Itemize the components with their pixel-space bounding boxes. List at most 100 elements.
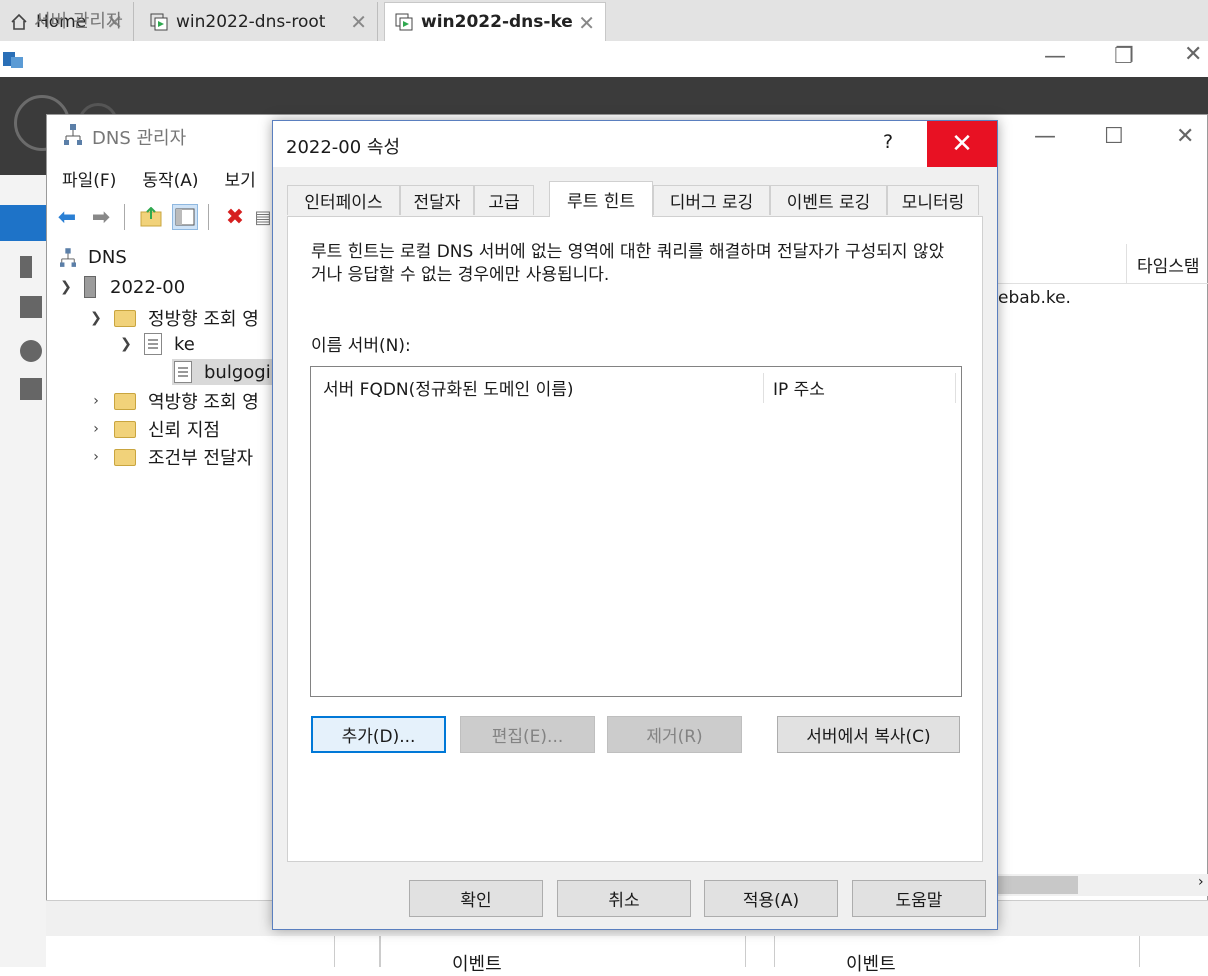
chevron-right-icon[interactable]: › — [88, 393, 104, 409]
record-row[interactable]: ebab.ke. — [998, 288, 1071, 308]
menu-file[interactable]: 파일(F) — [62, 166, 116, 191]
column-header-timestamp[interactable]: 타임스탬 — [1126, 244, 1208, 284]
chevron-down-icon[interactable]: ❯ — [58, 279, 74, 295]
column-divider[interactable] — [763, 373, 764, 403]
sidebar-item-dashboard[interactable] — [0, 205, 46, 241]
dns-icon — [64, 124, 82, 146]
close-icon[interactable]: ✕ — [350, 10, 367, 34]
list-header: 서버 FQDN(정규화된 도메인 이름) IP 주소 — [311, 367, 961, 407]
name-servers-label: 이름 서버(N): — [311, 336, 411, 356]
back-icon[interactable]: ⬅ — [54, 204, 80, 230]
servers-icon[interactable] — [20, 296, 42, 318]
show-hide-console-tree-icon[interactable] — [172, 204, 198, 230]
minimize-icon[interactable]: — — [1034, 124, 1056, 149]
tree-label: 역방향 조회 영 — [148, 392, 259, 413]
tree-label: bulgogi — [204, 361, 271, 383]
server-manager-titlebar — [0, 41, 1208, 77]
column-divider[interactable] — [955, 373, 956, 403]
server-properties-dialog: 2022-00 속성 ? ✕ 인터페이스 전달자 고급 루트 힌트 디버그 로깅… — [272, 120, 998, 930]
dns-icon — [60, 247, 76, 268]
vm-icon — [395, 13, 413, 31]
name-servers-list[interactable]: 서버 FQDN(정규화된 도메인 이름) IP 주소 — [310, 366, 962, 697]
tree-label: ke — [174, 333, 195, 355]
tree-item-conditional-forwarders[interactable]: › 조건부 전달자 — [88, 444, 253, 470]
properties-icon[interactable]: ▤ — [254, 204, 272, 230]
info-icon[interactable] — [20, 256, 32, 278]
tab-debug-logging[interactable]: 디버그 로깅 — [653, 185, 770, 215]
tab-advanced[interactable]: 고급 — [474, 185, 534, 215]
tab-label: win2022-dns-root — [176, 11, 326, 32]
apply-button[interactable]: 적용(A) — [704, 880, 838, 917]
events-tile[interactable] — [774, 936, 1140, 967]
server-manager-title: 서버 관리자 — [34, 11, 123, 32]
remove-button[interactable]: 제거(R) — [607, 716, 742, 753]
maximize-icon[interactable]: ☐ — [1104, 124, 1124, 149]
close-icon[interactable]: ✕ — [578, 11, 595, 35]
tree-item-forward-zones[interactable]: ❯ 정방향 조회 영 — [88, 305, 259, 331]
tile-title: 이벤트 — [846, 954, 896, 975]
home-icon — [10, 13, 28, 31]
server-icon — [84, 276, 96, 298]
scrollbar-thumb[interactable] — [998, 876, 1078, 894]
tree-item-trust-points[interactable]: › 신뢰 지점 — [88, 416, 220, 442]
help-footer-button[interactable]: 도움말 — [852, 880, 986, 917]
delete-icon[interactable]: ✖ — [222, 204, 248, 230]
tab-root-hints[interactable]: 루트 힌트 — [549, 181, 653, 217]
column-header-ip[interactable]: IP 주소 — [773, 375, 825, 400]
edit-button[interactable]: 편집(E)... — [460, 716, 595, 753]
tree-item-server[interactable]: ❯ 2022-00 — [58, 276, 185, 298]
restore-icon[interactable]: ❐ — [1114, 44, 1134, 69]
close-icon[interactable]: ✕ — [1176, 124, 1194, 149]
tree-item-zone-ke[interactable]: ❯ ke — [118, 333, 195, 355]
events-tile[interactable] — [380, 936, 746, 967]
tab-forwarders[interactable]: 전달자 — [400, 185, 474, 215]
close-icon[interactable]: ✕ — [1184, 42, 1202, 67]
tab-label: win2022-dns-ke — [421, 12, 573, 32]
tree-label: 정방향 조회 영 — [148, 309, 259, 330]
cancel-button[interactable]: 취소 — [557, 880, 691, 917]
chevron-right-icon[interactable]: › — [88, 421, 104, 437]
tab-win2022-dns-root[interactable]: win2022-dns-root ✕ — [140, 2, 378, 41]
tree-item-zone-bulgogi[interactable]: bulgogi — [172, 359, 277, 385]
forward-icon[interactable]: ➡ — [88, 204, 114, 230]
help-button[interactable]: ? — [883, 131, 893, 153]
vm-icon — [150, 13, 168, 31]
tree-item-dns[interactable]: DNS — [60, 247, 127, 268]
tree-item-reverse-zones[interactable]: › 역방향 조회 영 — [88, 388, 259, 414]
dialog-title: 2022-00 속성 — [286, 137, 401, 158]
copy-from-server-button[interactable]: 서버에서 복사(C) — [777, 716, 960, 753]
tab-win2022-dns-ke[interactable]: win2022-dns-ke ✕ — [384, 2, 606, 41]
file-services-icon[interactable] — [20, 378, 42, 400]
tab-interfaces[interactable]: 인터페이스 — [287, 185, 400, 215]
close-button[interactable]: ✕ — [927, 121, 997, 167]
close-icon: ✕ — [951, 129, 973, 159]
minimize-icon[interactable]: — — [1044, 44, 1066, 69]
root-hints-description: 루트 힌트는 로컬 DNS 서버에 없는 영역에 대한 쿼리를 해결하며 전달자… — [311, 242, 945, 285]
scroll-right-icon[interactable]: › — [1198, 874, 1204, 890]
tree-label: 신뢰 지점 — [148, 420, 220, 441]
column-header-fqdn[interactable]: 서버 FQDN(정규화된 도메인 이름) — [323, 375, 573, 400]
tab-event-logging[interactable]: 이벤트 로깅 — [770, 185, 887, 215]
chevron-down-icon[interactable]: ❯ — [118, 336, 134, 352]
toolbar-separator — [124, 204, 125, 230]
zone-icon — [174, 361, 192, 383]
add-button[interactable]: 추가(D)... — [311, 716, 446, 753]
up-folder-icon[interactable] — [138, 204, 164, 230]
menu-action[interactable]: 동작(A) — [142, 166, 198, 191]
dns-role-icon[interactable] — [20, 340, 42, 362]
chevron-right-icon[interactable]: › — [88, 449, 104, 465]
tab-monitoring[interactable]: 모니터링 — [887, 185, 979, 215]
server-manager-sidebar — [0, 175, 46, 967]
tile-title: 이벤트 — [452, 954, 502, 975]
server-manager-icon — [2, 48, 24, 70]
dns-menu-bar: 파일(F) 동작(A) 보기 — [62, 166, 256, 191]
menu-view[interactable]: 보기 — [225, 166, 256, 191]
folder-icon — [114, 448, 136, 466]
folder-icon — [114, 420, 136, 438]
zone-icon — [144, 333, 162, 355]
tree-label: 2022-00 — [110, 276, 186, 298]
chevron-down-icon[interactable]: ❯ — [88, 310, 104, 326]
toolbar-separator — [208, 204, 209, 230]
tree-label: 조건부 전달자 — [148, 448, 254, 469]
ok-button[interactable]: 확인 — [409, 880, 543, 917]
